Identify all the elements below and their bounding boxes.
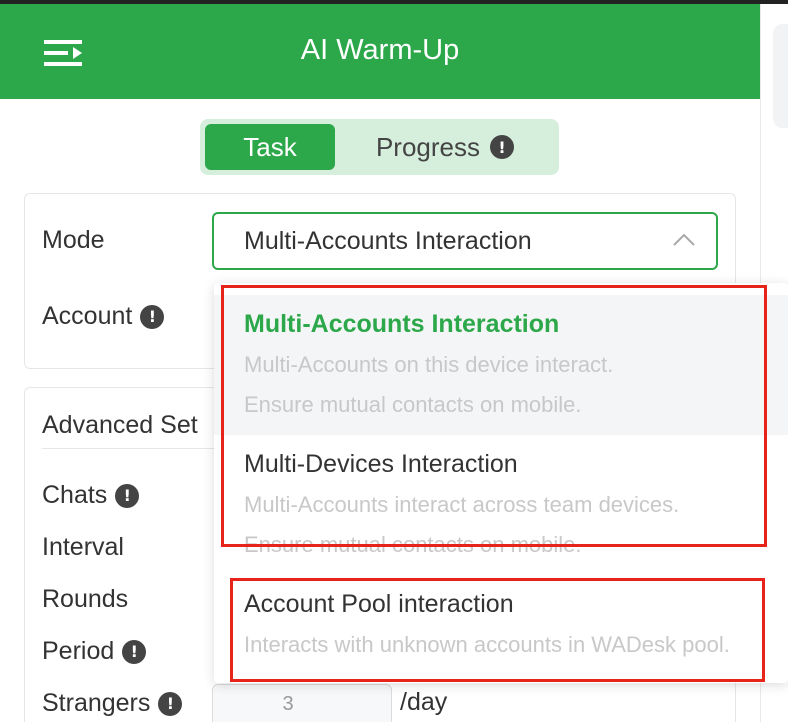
- divider: [42, 448, 214, 449]
- background-card: [773, 24, 788, 128]
- strangers-label: Strangers !: [42, 689, 183, 718]
- rounds-label: Rounds: [42, 585, 128, 614]
- page-title: AI Warm-Up: [300, 34, 460, 66]
- info-icon: !: [490, 135, 515, 159]
- info-icon: !: [122, 639, 147, 664]
- app-header: AI Warm-Up: [0, 4, 760, 99]
- tab-progress[interactable]: Progress !: [336, 124, 554, 170]
- mode-select-value: Multi-Accounts Interaction: [244, 227, 532, 255]
- option-description: Multi-Accounts interact across team devi…: [244, 492, 680, 517]
- option-multi-accounts[interactable]: Multi-Accounts Interaction Multi-Account…: [214, 295, 788, 435]
- period-label: Period !: [42, 637, 147, 666]
- option-multi-devices[interactable]: Multi-Devices Interaction Multi-Accounts…: [214, 435, 788, 575]
- option-description: Ensure mutual contacts on mobile.: [244, 532, 582, 557]
- option-description: Multi-Accounts on this device interact.: [244, 352, 614, 377]
- option-description: Interacts with unknown accounts in WADes…: [244, 632, 730, 657]
- interval-label-text: Interval: [42, 533, 124, 561]
- info-icon: !: [140, 304, 165, 329]
- chats-label-text: Chats: [42, 481, 108, 509]
- mode-label: Mode: [42, 226, 105, 255]
- info-icon: !: [158, 691, 183, 716]
- strangers-value: 3: [282, 693, 294, 715]
- option-title: Multi-Devices Interaction: [244, 450, 518, 478]
- strangers-label-text: Strangers: [42, 689, 151, 717]
- strangers-unit: /day: [400, 688, 448, 716]
- mode-dropdown-menu: Multi-Accounts Interaction Multi-Account…: [214, 283, 788, 683]
- advanced-settings-title: Advanced Set: [42, 411, 198, 439]
- option-title: Multi-Accounts Interaction: [244, 310, 560, 338]
- period-label-text: Period: [42, 637, 115, 665]
- tab-task[interactable]: Task: [205, 124, 335, 170]
- option-title: Account Pool interaction: [244, 590, 514, 618]
- strangers-stepper[interactable]: 3: [212, 684, 392, 722]
- tab-progress-label: Progress: [375, 131, 481, 162]
- mode-label-text: Mode: [42, 226, 105, 254]
- account-label: Account !: [42, 302, 165, 331]
- view-tabs: Task Progress !: [200, 119, 559, 175]
- mode-select[interactable]: Multi-Accounts Interaction: [212, 212, 718, 270]
- rounds-label-text: Rounds: [42, 585, 129, 613]
- chats-label: Chats !: [42, 481, 140, 510]
- info-icon: !: [115, 483, 140, 508]
- tab-task-label: Task: [243, 131, 297, 162]
- option-account-pool[interactable]: Account Pool interaction Interacts with …: [214, 575, 788, 675]
- chevron-up-icon: [672, 232, 696, 248]
- interval-label: Interval: [42, 533, 124, 562]
- account-label-text: Account: [42, 302, 133, 330]
- option-description: Ensure mutual contacts on mobile.: [244, 392, 582, 417]
